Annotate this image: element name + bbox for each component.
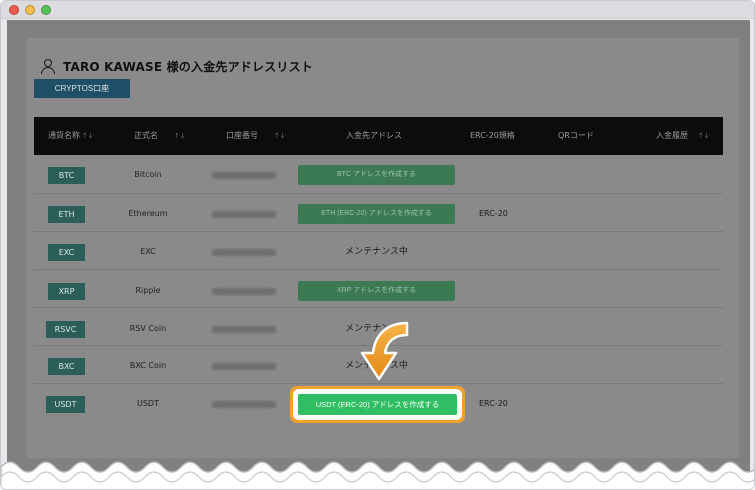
- column-header-account-number[interactable]: 口座番号 ↑↓: [226, 117, 286, 155]
- column-header-qr-code: QRコード: [558, 131, 594, 140]
- window-titlebar: [1, 1, 754, 19]
- sort-icon[interactable]: ↑↓: [698, 132, 710, 140]
- table-row: EXC EXC メンテナンス中: [34, 233, 723, 270]
- account-number-blurred: [212, 172, 276, 179]
- column-header-erc20: ERC-20規格: [470, 131, 515, 140]
- page-title: TARO KAWASE 様の入金先アドレスリスト: [63, 59, 314, 74]
- page-overlay: TARO KAWASE 様の入金先アドレスリスト CRYPTOS口座 通貨名称 ↑…: [7, 20, 750, 489]
- currency-badge: XRP: [48, 283, 85, 300]
- column-header-official-name[interactable]: 正式名 ↑↓: [134, 117, 186, 155]
- table-row: ETH Ethereum ETH (ERC-20) アドレスを作成する ERC-…: [34, 195, 723, 232]
- official-name: Ethereum: [128, 209, 168, 218]
- currency-badge: EXC: [48, 244, 85, 261]
- official-name: USDT: [137, 399, 159, 408]
- currency-badge: USDT: [46, 396, 85, 413]
- browser-window: TARO KAWASE 様の入金先アドレスリスト CRYPTOS口座 通貨名称 ↑…: [0, 0, 755, 490]
- maximize-dot-icon[interactable]: [41, 5, 51, 15]
- table-header: 通貨名称 ↑↓ 正式名 ↑↓ 口座番号 ↑↓ 入金先アドレス ERC-20規格 QRコ…: [34, 117, 723, 155]
- table-row: USDT USDT USDT (ERC-20) アドレスを作成する ERC-20: [34, 385, 723, 422]
- maintenance-status: メンテナンス中: [345, 247, 408, 257]
- create-usdt-address-button[interactable]: USDT (ERC-20) アドレスを作成する: [298, 394, 457, 415]
- column-header-deposit-address: 入金先アドレス: [346, 131, 402, 140]
- official-name: Ripple: [135, 286, 161, 295]
- arrow-down-icon: [360, 321, 409, 381]
- minimize-dot-icon[interactable]: [25, 5, 35, 15]
- currency-badge: BTC: [48, 167, 85, 184]
- cryptos-account-tab[interactable]: CRYPTOS口座: [34, 79, 130, 98]
- account-number-blurred: [212, 326, 276, 333]
- create-address-button[interactable]: BTC アドレスを作成する: [298, 165, 455, 185]
- sort-icon[interactable]: ↑↓: [82, 132, 94, 140]
- user-icon: [41, 59, 55, 74]
- table-row: XRP Ripple XRP アドレスを作成する: [34, 271, 723, 308]
- currency-badge: BXC: [48, 358, 85, 375]
- currency-badge: RSVC: [46, 321, 85, 338]
- table-row: BTC Bitcoin BTC アドレスを作成する: [34, 157, 723, 194]
- account-number-blurred: [212, 249, 276, 256]
- create-address-button[interactable]: XRP アドレスを作成する: [298, 281, 455, 301]
- erc20-value: ERC-20: [479, 209, 508, 218]
- official-name: Bitcoin: [134, 170, 162, 179]
- address-list-panel: TARO KAWASE 様の入金先アドレスリスト CRYPTOS口座 通貨名称 ↑…: [27, 38, 739, 458]
- official-name: EXC: [140, 247, 156, 256]
- official-name: BXC Coin: [129, 361, 167, 370]
- column-header-currency[interactable]: 通貨名称 ↑↓: [48, 117, 94, 155]
- torn-edge: [1, 461, 754, 489]
- create-address-button[interactable]: ETH (ERC-20) アドレスを作成する: [298, 204, 455, 224]
- account-number-blurred: [212, 288, 276, 295]
- erc20-value: ERC-20: [479, 399, 508, 408]
- sort-icon[interactable]: ↑↓: [274, 132, 286, 140]
- currency-badge: ETH: [48, 206, 85, 223]
- column-header-deposit-history[interactable]: 入金履歴 ↑↓: [656, 117, 710, 155]
- page-heading: TARO KAWASE 様の入金先アドレスリスト: [41, 56, 313, 76]
- sort-icon[interactable]: ↑↓: [174, 132, 186, 140]
- official-name: RSV Coin: [129, 324, 167, 333]
- account-number-blurred: [212, 363, 276, 370]
- account-number-blurred: [212, 211, 276, 218]
- account-number-blurred: [212, 401, 276, 408]
- close-dot-icon[interactable]: [9, 5, 19, 15]
